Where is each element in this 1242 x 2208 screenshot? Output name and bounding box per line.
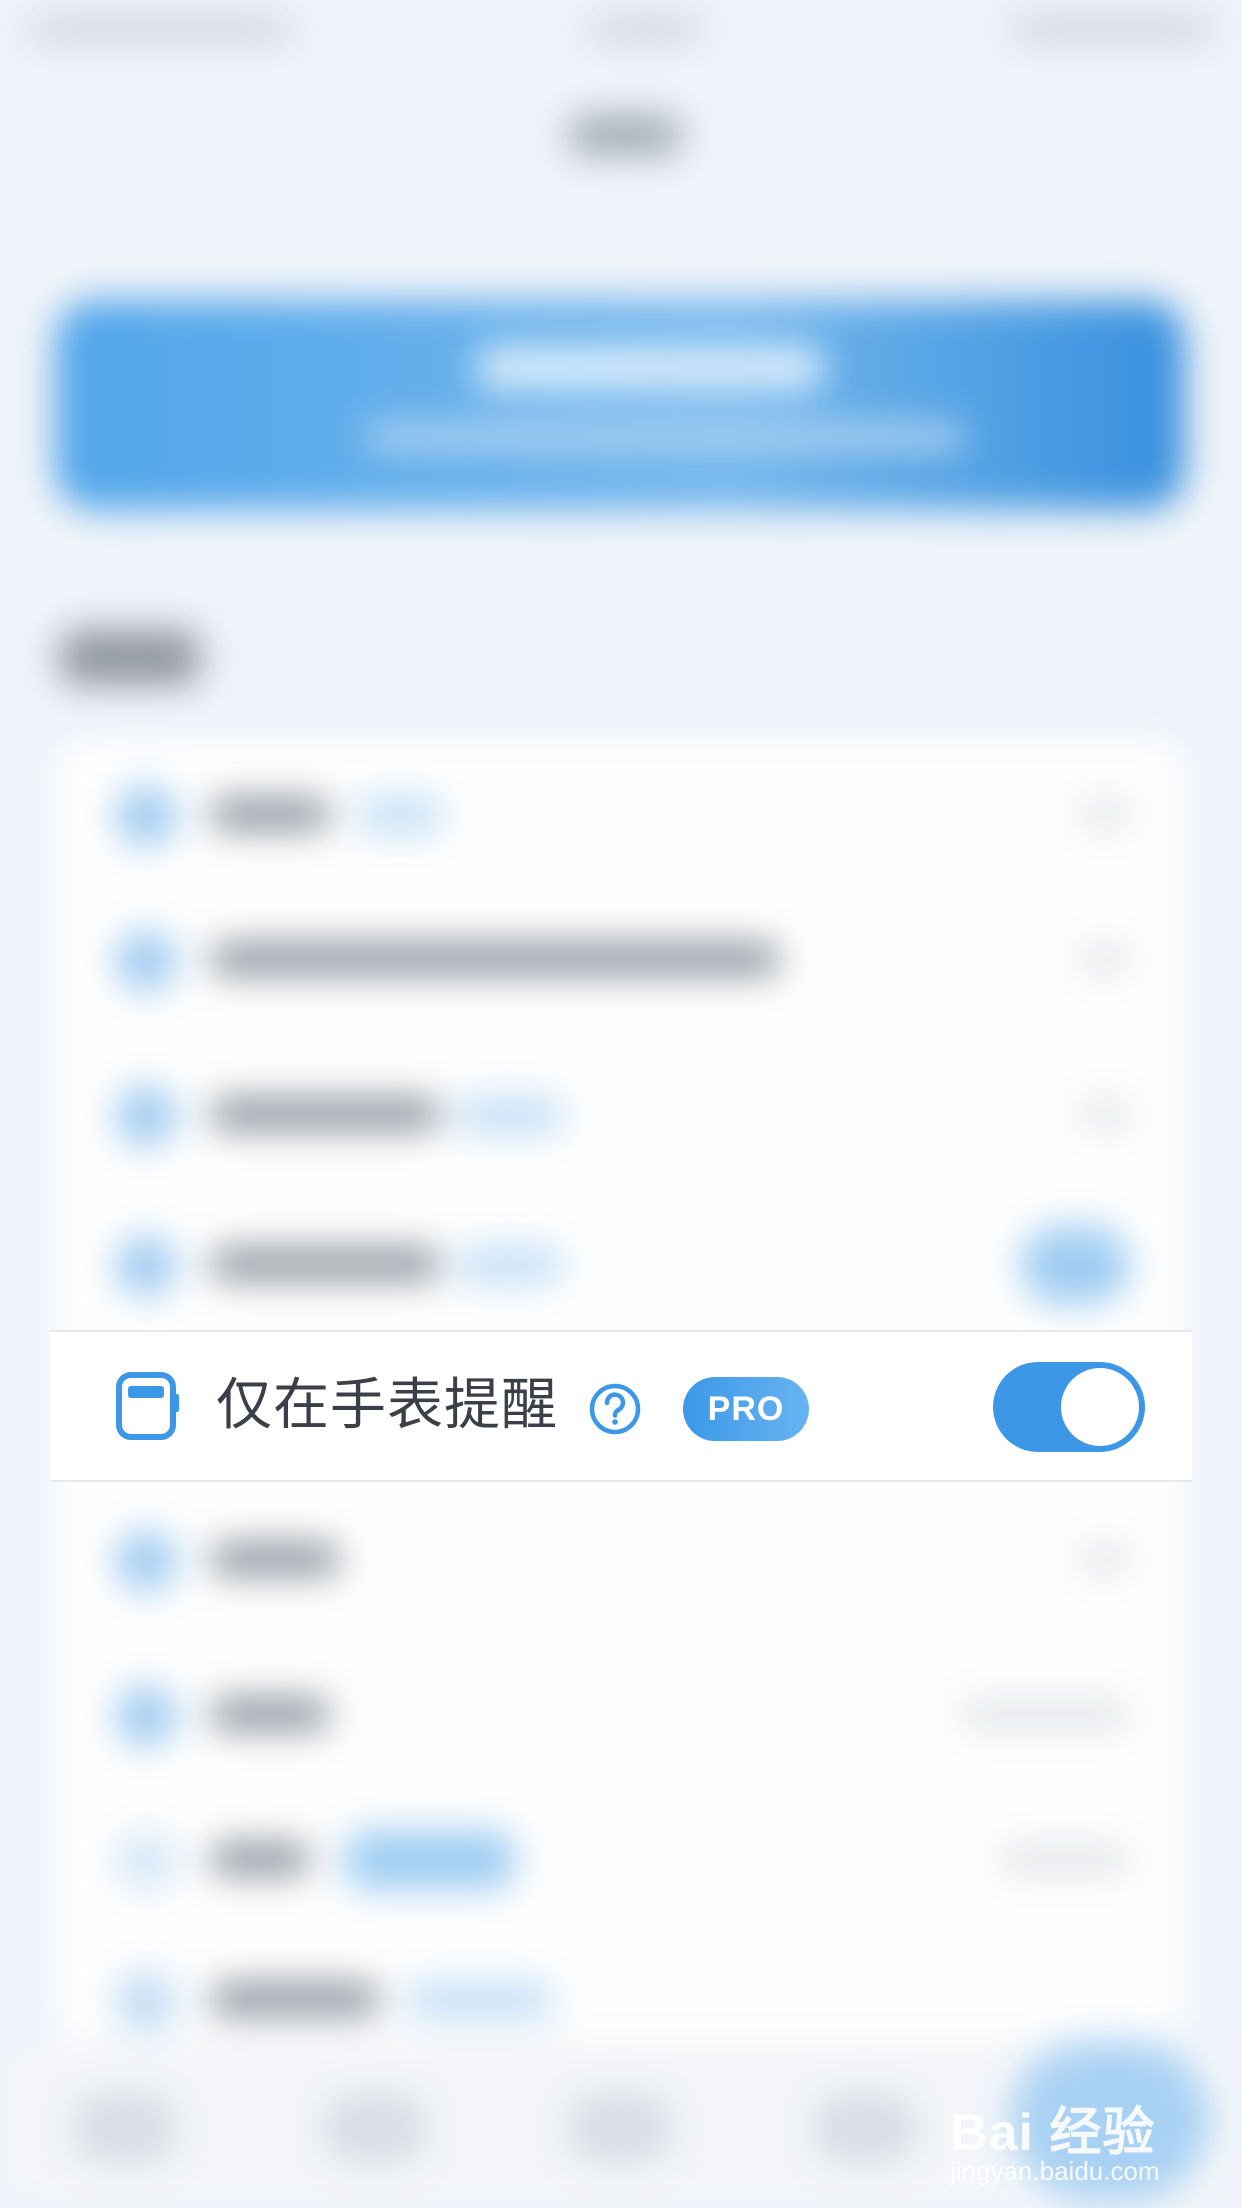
tab-placeholder xyxy=(325,2093,425,2163)
section-title-placeholder xyxy=(60,630,200,685)
hero-subtitle-placeholder xyxy=(365,425,965,449)
list-item xyxy=(55,1065,1185,1155)
list-item-right xyxy=(960,1699,1130,1729)
hero-title-placeholder xyxy=(475,345,825,391)
list-item-text xyxy=(210,942,780,976)
list-item xyxy=(55,1665,1185,1755)
list-item-icon xyxy=(115,1830,177,1892)
watermark-url: jingyan.baidu.com xyxy=(950,2156,1160,2186)
question-circle-icon[interactable] xyxy=(588,1382,642,1436)
status-time-placeholder xyxy=(590,18,700,40)
status-carrier-placeholder xyxy=(30,18,290,40)
list-item-text xyxy=(210,1542,340,1576)
list-item xyxy=(55,765,1185,855)
hero-card xyxy=(55,300,1185,510)
watch-only-reminder-toggle[interactable] xyxy=(993,1362,1145,1452)
status-bar xyxy=(30,10,1212,50)
tab-placeholder xyxy=(570,2093,670,2163)
pro-badge: PRO xyxy=(683,1377,809,1441)
list-item-tag xyxy=(355,795,445,835)
list-item-right xyxy=(1080,1544,1130,1574)
blurred-background xyxy=(0,0,1242,2208)
list-item-tag xyxy=(455,1245,565,1285)
list-item-toggle xyxy=(1020,1225,1130,1305)
watch-icon xyxy=(116,1372,179,1440)
list-item-right xyxy=(1080,944,1130,974)
watermark-brand: Bai 经验 xyxy=(950,2104,1156,2162)
baidu-jingyan-watermark: Bai 经验 jingyan.baidu.com xyxy=(950,2090,1230,2190)
list-item-text xyxy=(210,1697,330,1731)
list-item-right xyxy=(1080,1099,1130,1129)
list-item-icon xyxy=(115,785,177,847)
list-item-tag xyxy=(455,1095,565,1135)
list-item-text xyxy=(210,797,330,831)
list-item xyxy=(55,1510,1185,1600)
toggle-knob xyxy=(1061,1368,1139,1446)
nav-title-placeholder xyxy=(570,115,680,155)
list-item-icon xyxy=(115,1235,177,1297)
list-item-text xyxy=(210,1097,440,1131)
list-item-text xyxy=(210,1247,440,1281)
list-item-tag xyxy=(345,1830,515,1890)
list-item-right xyxy=(1000,1844,1130,1874)
list-item-icon xyxy=(115,1970,177,2032)
list-item-icon xyxy=(115,1685,177,1747)
list-item-icon xyxy=(115,1085,177,1147)
list-item-right xyxy=(1080,799,1130,829)
list-item-icon xyxy=(115,1530,177,1592)
status-battery-placeholder xyxy=(1012,18,1212,40)
list-item xyxy=(55,1810,1185,1900)
list-item xyxy=(55,910,1185,1000)
list-item xyxy=(55,1950,1185,2040)
tab-placeholder xyxy=(75,2093,175,2163)
watch-only-reminder-row[interactable]: 仅在手表提醒 PRO xyxy=(50,1330,1192,1482)
watch-only-reminder-label: 仅在手表提醒 xyxy=(216,1373,558,1438)
tab-placeholder xyxy=(815,2093,915,2163)
list-item-text xyxy=(210,1982,380,2016)
list-item-text xyxy=(210,1842,310,1876)
list-item-icon xyxy=(115,930,177,992)
list-item xyxy=(55,1215,1185,1305)
list-item-tag xyxy=(405,1980,555,2020)
